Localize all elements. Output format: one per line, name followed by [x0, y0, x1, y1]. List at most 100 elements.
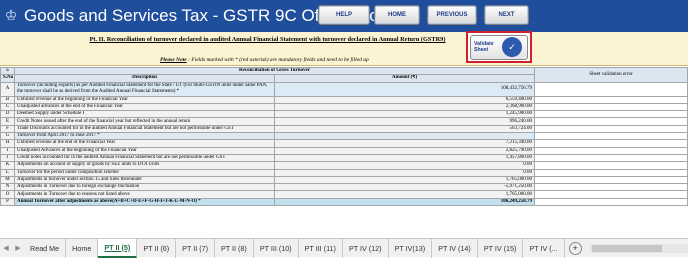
row-description: Turnover from April 2017 to June 2017 *: [14, 132, 275, 141]
row-sno: I: [0, 146, 15, 155]
validate-icon: ✓: [502, 37, 522, 57]
row-amount[interactable]: 0.00: [274, 168, 535, 177]
sheet-tab[interactable]: PT III (11): [299, 238, 343, 258]
row-amount[interactable]: 2,825,790.00: [274, 146, 535, 155]
row-amount[interactable]: -5,971,250.00: [274, 183, 535, 192]
row-amount[interactable]: [274, 132, 535, 141]
row-validation-error: [534, 124, 688, 134]
row-description: Adjustments on account of supply of good…: [14, 161, 275, 170]
row-amount[interactable]: 0.00: [274, 161, 535, 170]
instruction-band: Pt. II. Reconciliation of turnover decla…: [0, 32, 535, 66]
row-sno: L: [0, 168, 15, 177]
row-validation-error: [534, 146, 688, 155]
row-sno: G: [0, 132, 15, 141]
col-sno: S.No: [0, 74, 15, 83]
sheet-validation-error-header: Sheet validation error: [534, 67, 688, 83]
table-row: O Adjustments in Turnover due to reasons …: [0, 190, 688, 199]
row-description: Unadjusted advances at the end of the Fi…: [14, 102, 275, 112]
table-row: L Turnover for the period under compositi…: [0, 168, 688, 177]
row-description: Unbilled revenue at the beginning of the…: [14, 95, 275, 104]
sheet-tab[interactable]: PT II (6): [137, 238, 177, 258]
row-sno: H: [0, 139, 15, 148]
row-validation-error: [534, 102, 688, 112]
row-sno: O: [0, 190, 15, 199]
row-validation-error: [534, 81, 688, 97]
row-validation-error: [534, 139, 688, 148]
next-sheet-arrow[interactable]: ▶: [12, 244, 24, 252]
row-sno: J: [0, 153, 15, 163]
row-sno: F: [0, 124, 15, 134]
row-description: Adjustments in Turnover due to foreign e…: [14, 183, 275, 192]
row-description: Adjustments in turnover under section 15…: [14, 175, 275, 185]
row-sno: B: [0, 95, 15, 104]
app-header: ♔ Goods and Services Tax - GSTR 9C Offli…: [0, 0, 688, 32]
sheet-tab[interactable]: PT III (10): [254, 238, 299, 258]
sheet-tab[interactable]: PT IV (14): [432, 238, 478, 258]
row-description: Unadjusted Advances at the beginning of …: [14, 146, 275, 155]
sheet-tab-bar: ◀ ▶ Read Me Home PT II (5) PT II (6) PT II (…: [0, 238, 688, 258]
sheet-tab[interactable]: PT IV(13): [389, 238, 433, 258]
help-button[interactable]: HELP: [318, 5, 370, 25]
row-amount[interactable]: 2,368,900.00: [274, 102, 535, 112]
row-description: Annual Turnover after adjustments as abo…: [14, 197, 275, 207]
row-sno: E: [0, 117, 15, 126]
row-amount[interactable]: 7,215,340.00: [274, 139, 535, 148]
table-row: M Adjustments in turnover under section 1…: [0, 175, 688, 185]
table-row: E Credit Notes issued after the end of th…: [0, 117, 688, 126]
horizontal-scrollbar[interactable]: [589, 243, 688, 253]
row-validation-error: [534, 190, 688, 199]
sheet-tab[interactable]: PT IV (15): [478, 238, 524, 258]
sheet-tab[interactable]: Read Me: [24, 238, 67, 258]
row-validation-error: [534, 153, 688, 163]
row-sno: N: [0, 183, 15, 192]
row-description: Unbilled revenue at the end of the Finan…: [14, 139, 275, 148]
table-row: G Turnover from April 2017 to June 2017 *: [0, 132, 688, 141]
row-sno: P: [0, 197, 15, 207]
next-button[interactable]: NEXT: [484, 5, 529, 25]
table-row: N Adjustments in Turnover due to foreign …: [0, 183, 688, 192]
col-amount: Amount (₹): [274, 74, 535, 83]
table-row: I Unadjusted Advances at the beginning of…: [0, 146, 688, 155]
row-amount[interactable]: 563,724.00: [274, 124, 535, 134]
scroll-thumb[interactable]: [591, 244, 662, 252]
table-row: A Turnover (including exports) as per Aud…: [0, 81, 688, 97]
add-sheet-button[interactable]: +: [568, 241, 582, 255]
row-validation-error: [534, 110, 688, 119]
validate-highlight: Validate Sheet ✓: [466, 31, 532, 63]
col-description: Description: [14, 74, 275, 83]
sheet-tab[interactable]: PT IV (12): [343, 238, 389, 258]
table-row: J Credit notes accounted for in the audit…: [0, 153, 688, 163]
row-sno: K: [0, 161, 15, 170]
table-row: P Annual Turnover after adjustments as ab…: [0, 197, 688, 207]
table-row: K Adjustments on account of supply of goo…: [0, 161, 688, 170]
sheet-tab[interactable]: PT II (8): [215, 238, 254, 258]
row-validation-error: [534, 175, 688, 185]
validate-sheet-button[interactable]: Validate Sheet ✓: [470, 34, 528, 60]
row-amount[interactable]: 106,249,258.79: [274, 197, 535, 207]
home-button[interactable]: HOME: [374, 5, 420, 25]
row-validation-error: [534, 95, 688, 104]
row-sno: M: [0, 175, 15, 185]
emblem-icon: ♔: [4, 8, 18, 24]
prev-sheet-arrow[interactable]: ◀: [0, 244, 12, 252]
row-description: Credit Notes issued after the end of the…: [14, 117, 275, 126]
reconciliation-table: 5 Reconciliation of Gross Turnover Sheet…: [0, 66, 688, 207]
row-amount[interactable]: 1,765,000.00: [274, 175, 535, 185]
table-row: B Unbilled revenue at the beginning of th…: [0, 95, 688, 104]
row-description: Adjustments in Turnover due to reasons n…: [14, 190, 275, 199]
sheet-tab[interactable]: PT II (7): [176, 238, 215, 258]
sheet-tab[interactable]: Home: [66, 238, 99, 258]
header-spacer: [535, 32, 688, 66]
row-validation-error: [534, 117, 688, 126]
part-heading: Pt. II. Reconciliation of turnover decla…: [89, 36, 446, 43]
sheet-tab[interactable]: PT IV (...: [523, 238, 565, 258]
row-description: Credit notes accounted for in the audite…: [14, 153, 275, 163]
row-amount[interactable]: 1,765,000.00: [274, 190, 535, 199]
row-amount[interactable]: 6,559,400.00: [274, 95, 535, 104]
sheet-tab[interactable]: PT II (5): [98, 238, 138, 258]
previous-button[interactable]: PREVIOUS: [427, 5, 477, 25]
row-amount[interactable]: 1,457,860.00: [274, 153, 535, 163]
row-amount[interactable]: 996,240.00: [274, 117, 535, 126]
row-amount[interactable]: 108,432,756.79: [274, 81, 535, 97]
row-amount[interactable]: 1,245,900.00: [274, 110, 535, 119]
